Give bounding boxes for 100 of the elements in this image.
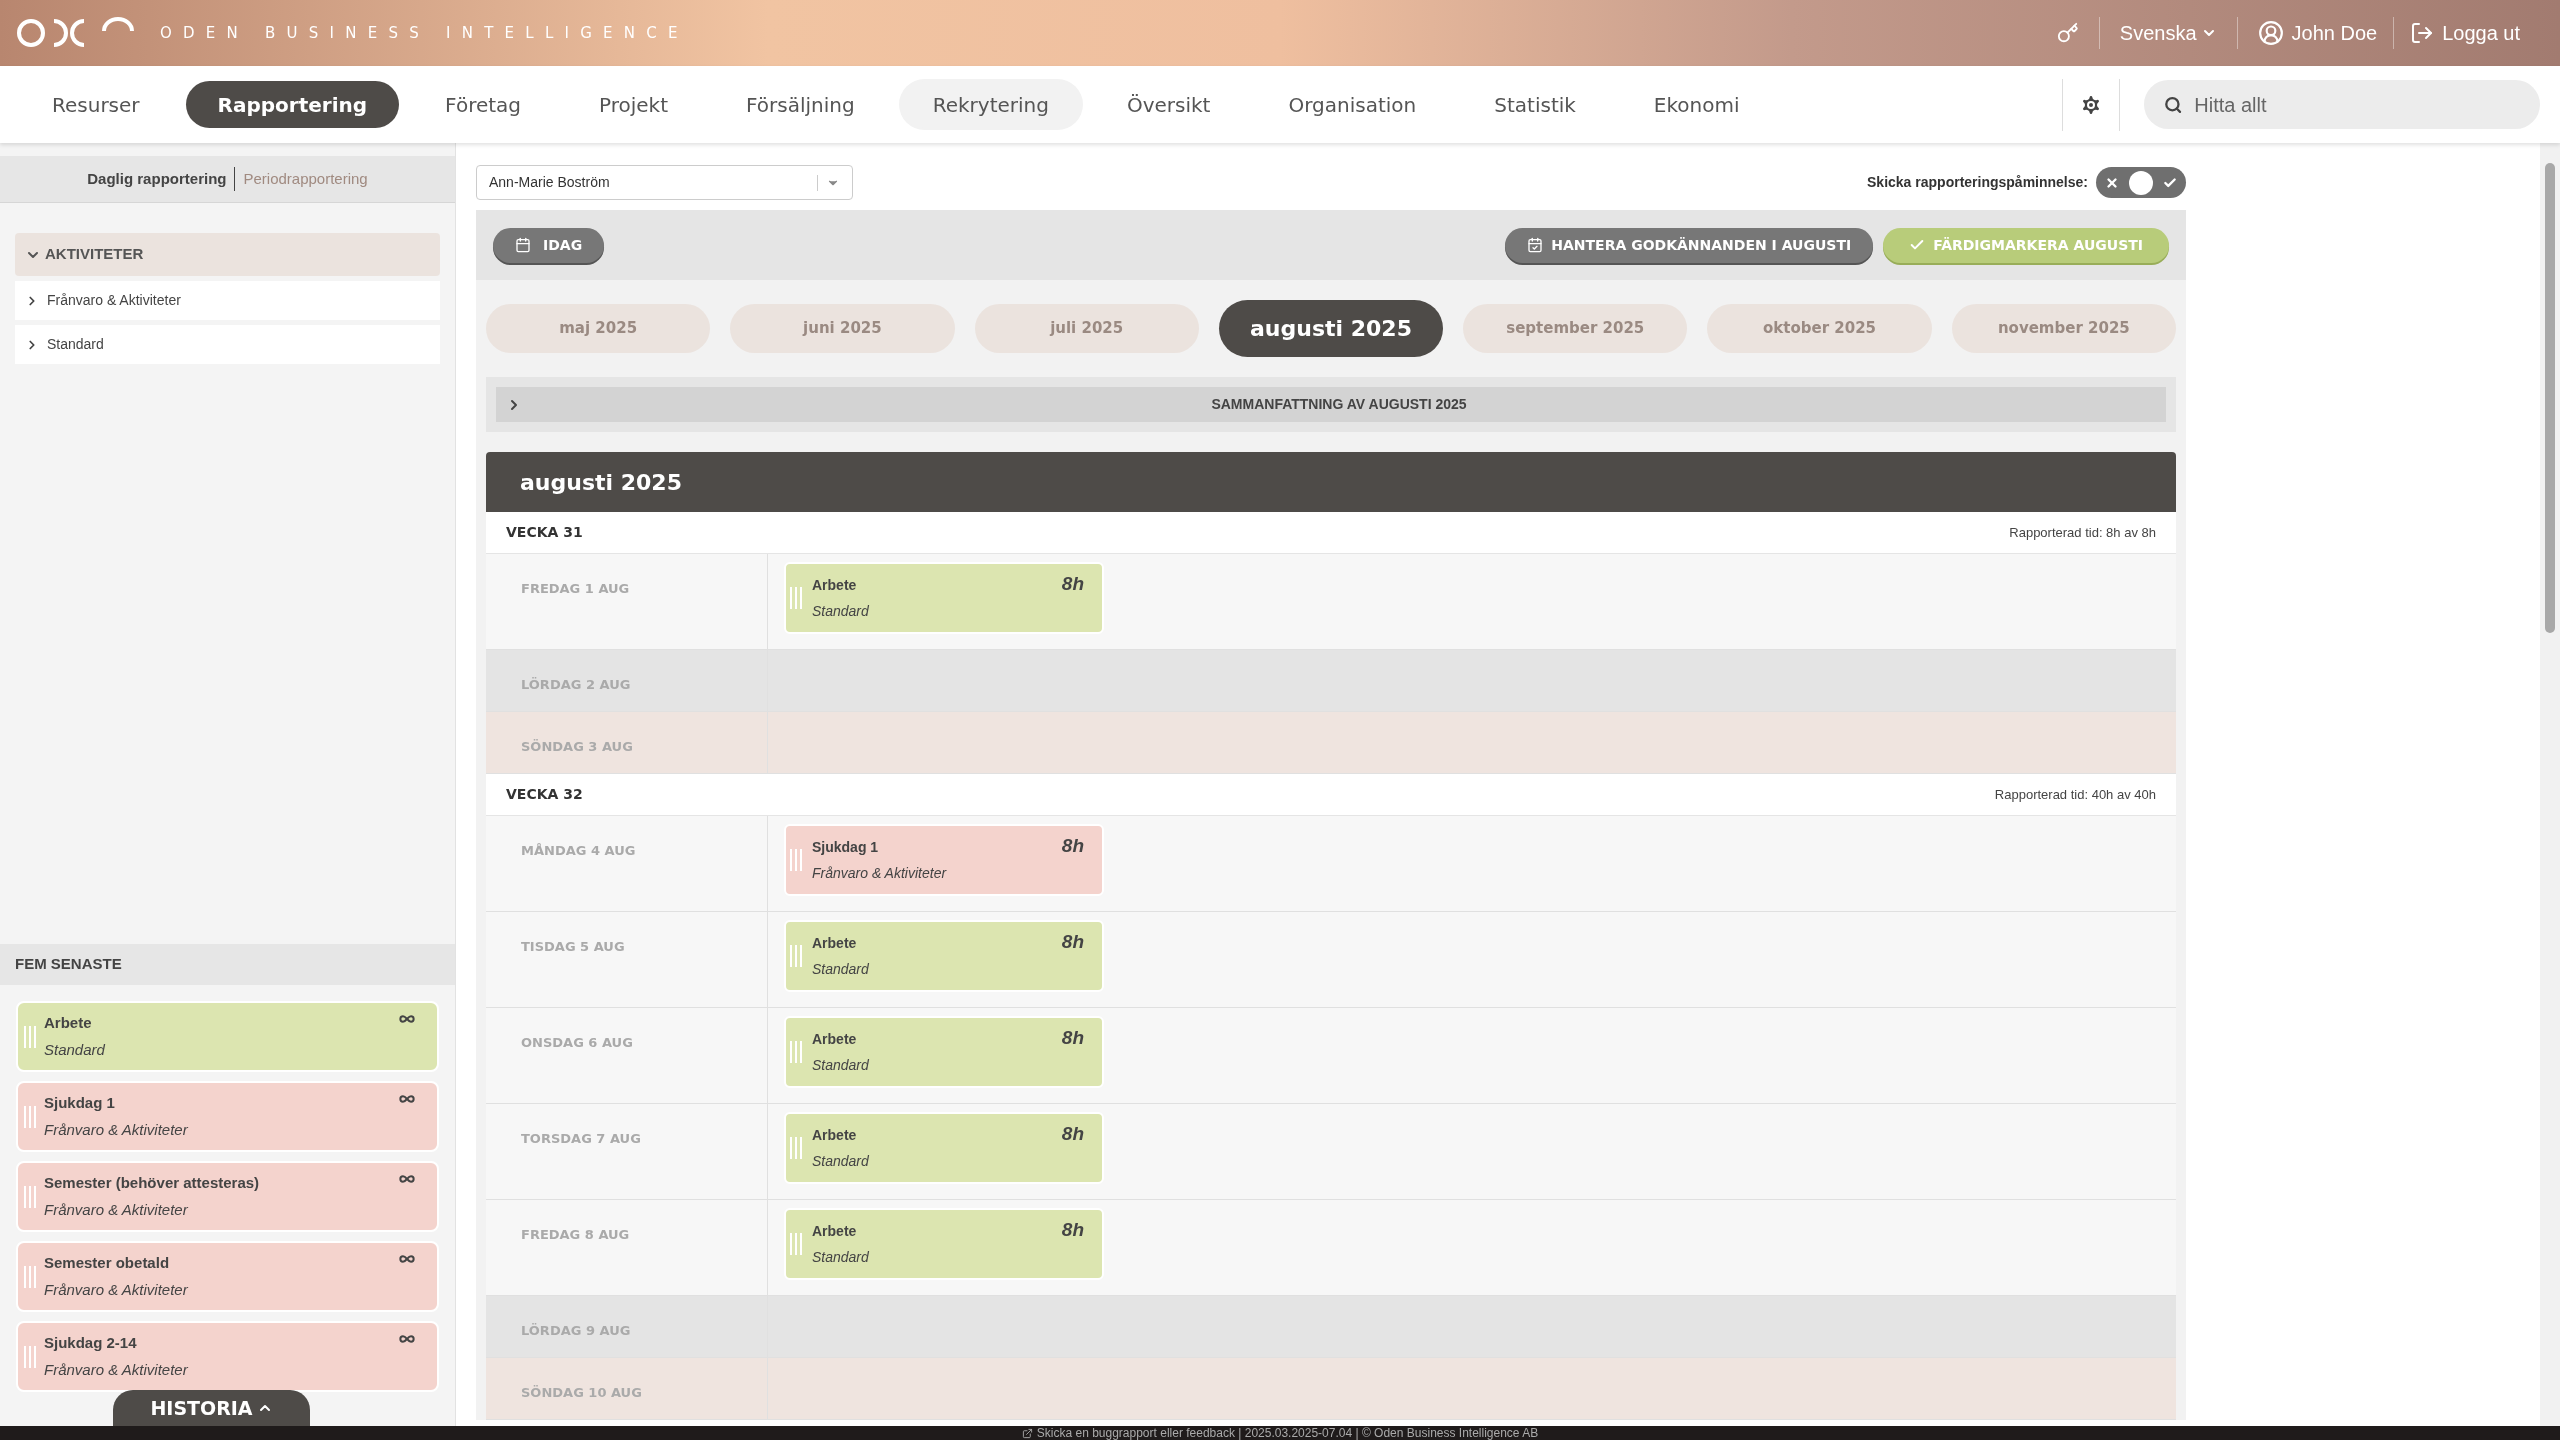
month-tab[interactable]: augusti 2025 — [1218, 300, 1444, 357]
reported-time: Rapporterad tid: 8h av 8h — [2009, 523, 2156, 542]
entry-name: Arbete — [812, 1221, 858, 1241]
week-label: VECKA 32 — [506, 785, 583, 804]
entry-category: Standard — [812, 1151, 870, 1171]
time-entry-card[interactable]: Arbete Standard 8h — [784, 1208, 1104, 1280]
entry-name: Arbete — [812, 1125, 858, 1145]
time-entry-card[interactable]: Sjukdag 1 Frånvaro & Aktiviteter 8h — [784, 824, 1104, 896]
day-label: FREDAG 1 AUG — [521, 581, 630, 596]
entry-hours: 8h — [1061, 1218, 1084, 1242]
nav-tab[interactable]: Företag — [413, 81, 554, 128]
entry-hours: 8h — [1061, 1122, 1084, 1146]
nav-tab[interactable]: Resurser — [20, 81, 172, 128]
logout-icon — [2410, 21, 2435, 45]
day-label: SÖNDAG 10 AUG — [521, 1385, 642, 1400]
nav-tab[interactable]: Försäljning — [714, 81, 887, 128]
activity-group[interactable]: Standard — [15, 325, 440, 364]
today-button[interactable]: IDAG — [493, 227, 605, 263]
activity-name: Semester obetald — [44, 1253, 171, 1273]
calendar-icon — [515, 237, 531, 253]
week-label: VECKA 31 — [506, 523, 583, 542]
entry-hours: 8h — [1061, 1026, 1084, 1050]
footer-text[interactable]: Skicka en buggrapport eller feedback | 2025.03.2025-07.04 | © Oden Business Intelligence AB — [1021, 1426, 1539, 1440]
nav-tab[interactable]: Organisation — [1256, 81, 1449, 128]
activity-name: Semester (behöver attesteras) — [44, 1173, 261, 1193]
calendar-check-icon — [1527, 237, 1544, 253]
nav-tab[interactable]: Rekrytering — [900, 81, 1081, 128]
activity-category: Frånvaro & Aktiviteter — [44, 1359, 189, 1380]
activity-name: Sjukdag 1 — [44, 1093, 116, 1113]
day-label: SÖNDAG 3 AUG — [521, 739, 633, 754]
brand-name: ODEN BUSINESS INTELLIGENCE — [160, 22, 689, 44]
summary-bar[interactable]: SAMMANFATTNING AV AUGUSTI 2025 — [496, 387, 2166, 422]
user-icon — [2257, 20, 2284, 46]
drag-handle-icon[interactable] — [790, 1233, 802, 1255]
drag-handle-icon[interactable] — [24, 1345, 36, 1368]
day-label: FREDAG 8 AUG — [521, 1227, 630, 1242]
entry-category: Standard — [812, 959, 870, 979]
entry-category: Standard — [812, 1247, 870, 1267]
activities-header[interactable]: AKTIVITETER — [15, 233, 440, 276]
nav-tab[interactable]: Översikt — [1094, 81, 1243, 128]
logo-icon — [16, 16, 136, 50]
day-label: LÖRDAG 9 AUG — [521, 1323, 631, 1338]
search-field[interactable]: Hitta allt — [2144, 80, 2540, 129]
drag-handle-icon[interactable] — [790, 587, 802, 609]
manage-approvals-button[interactable]: HANTERA GODKÄNNANDEN I AUGUSTI — [1505, 227, 1874, 263]
recent-activity-card[interactable]: Semester obetald Frånvaro & Aktiviteter — [16, 1241, 439, 1312]
drag-handle-icon[interactable] — [24, 1185, 36, 1208]
day-label: MÅNDAG 4 AUG — [521, 843, 636, 858]
drag-handle-icon[interactable] — [790, 1041, 802, 1063]
employee-select[interactable]: Ann-Marie Boström — [476, 165, 853, 200]
time-entry-card[interactable]: Arbete Standard 8h — [784, 1016, 1104, 1088]
activity-name: Sjukdag 2-14 — [44, 1333, 138, 1353]
recent-activity-card[interactable]: Sjukdag 1 Frånvaro & Aktiviteter — [16, 1081, 439, 1152]
entry-name: Arbete — [812, 933, 858, 953]
search-icon — [2164, 94, 2183, 115]
reminder-toggle[interactable] — [2096, 167, 2186, 198]
recent-activity-card[interactable]: Sjukdag 2-14 Frånvaro & Aktiviteter — [16, 1321, 439, 1392]
drag-handle-icon[interactable] — [24, 1105, 36, 1128]
reported-time: Rapporterad tid: 40h av 40h — [1994, 785, 2156, 804]
scrollbar[interactable] — [2540, 143, 2560, 1426]
check-icon — [2163, 175, 2177, 190]
drag-handle-icon[interactable] — [790, 849, 802, 871]
drag-handle-icon[interactable] — [790, 1137, 802, 1159]
entry-name: Sjukdag 1 — [812, 837, 880, 857]
nav-tab[interactable]: Ekonomi — [1621, 81, 1772, 128]
recent-activity-card[interactable]: Arbete Standard — [16, 1001, 439, 1072]
entry-hours: 8h — [1061, 930, 1084, 954]
entry-category: Frånvaro & Aktiviteter — [812, 863, 948, 883]
nav-tab[interactable]: Rapportering — [185, 81, 400, 128]
entry-hours: 8h — [1061, 572, 1084, 596]
drag-handle-icon[interactable] — [790, 945, 802, 967]
calendar-title: augusti 2025 — [486, 452, 2176, 512]
cross-icon — [2105, 175, 2119, 190]
nav-tab[interactable]: Projekt — [567, 81, 701, 128]
sidebar-tab[interactable]: Daglig rapportering — [87, 167, 227, 191]
recent-activity-card[interactable]: Semester (behöver attesteras) Frånvaro & Aktiviteter — [16, 1161, 439, 1232]
activity-category: Frånvaro & Aktiviteter — [44, 1279, 189, 1300]
time-entry-card[interactable]: Arbete Standard 8h — [784, 562, 1104, 634]
activity-category: Frånvaro & Aktiviteter — [44, 1199, 189, 1220]
time-entry-card[interactable]: Arbete Standard 8h — [784, 920, 1104, 992]
external-link-icon — [1021, 1427, 1033, 1439]
entry-name: Arbete — [812, 1029, 858, 1049]
activity-group[interactable]: Frånvaro & Aktiviteter — [15, 281, 440, 320]
search-input[interactable]: Hitta allt — [2194, 89, 2520, 120]
day-label: TISDAG 5 AUG — [521, 939, 625, 954]
entry-category: Standard — [812, 601, 870, 621]
day-label: ONSDAG 6 AUG — [521, 1035, 633, 1050]
reminder-label: Skicka rapporteringspåminnelse: — [1867, 173, 2088, 192]
time-entry-card[interactable]: Arbete Standard 8h — [784, 1112, 1104, 1184]
key-icon[interactable] — [2056, 22, 2079, 44]
drag-handle-icon[interactable] — [24, 1025, 36, 1048]
history-button[interactable]: HISTORIA — [113, 1390, 310, 1426]
entry-hours: 8h — [1061, 834, 1084, 858]
drag-handle-icon[interactable] — [24, 1265, 36, 1288]
day-label: TORSDAG 7 AUG — [521, 1131, 641, 1146]
logout-button[interactable]: Logga ut — [2410, 18, 2520, 48]
activity-category: Standard — [44, 1039, 106, 1060]
activity-name: Arbete — [44, 1013, 93, 1033]
day-label: LÖRDAG 2 AUG — [521, 677, 631, 692]
nav-tab[interactable]: Statistik — [1462, 81, 1608, 128]
